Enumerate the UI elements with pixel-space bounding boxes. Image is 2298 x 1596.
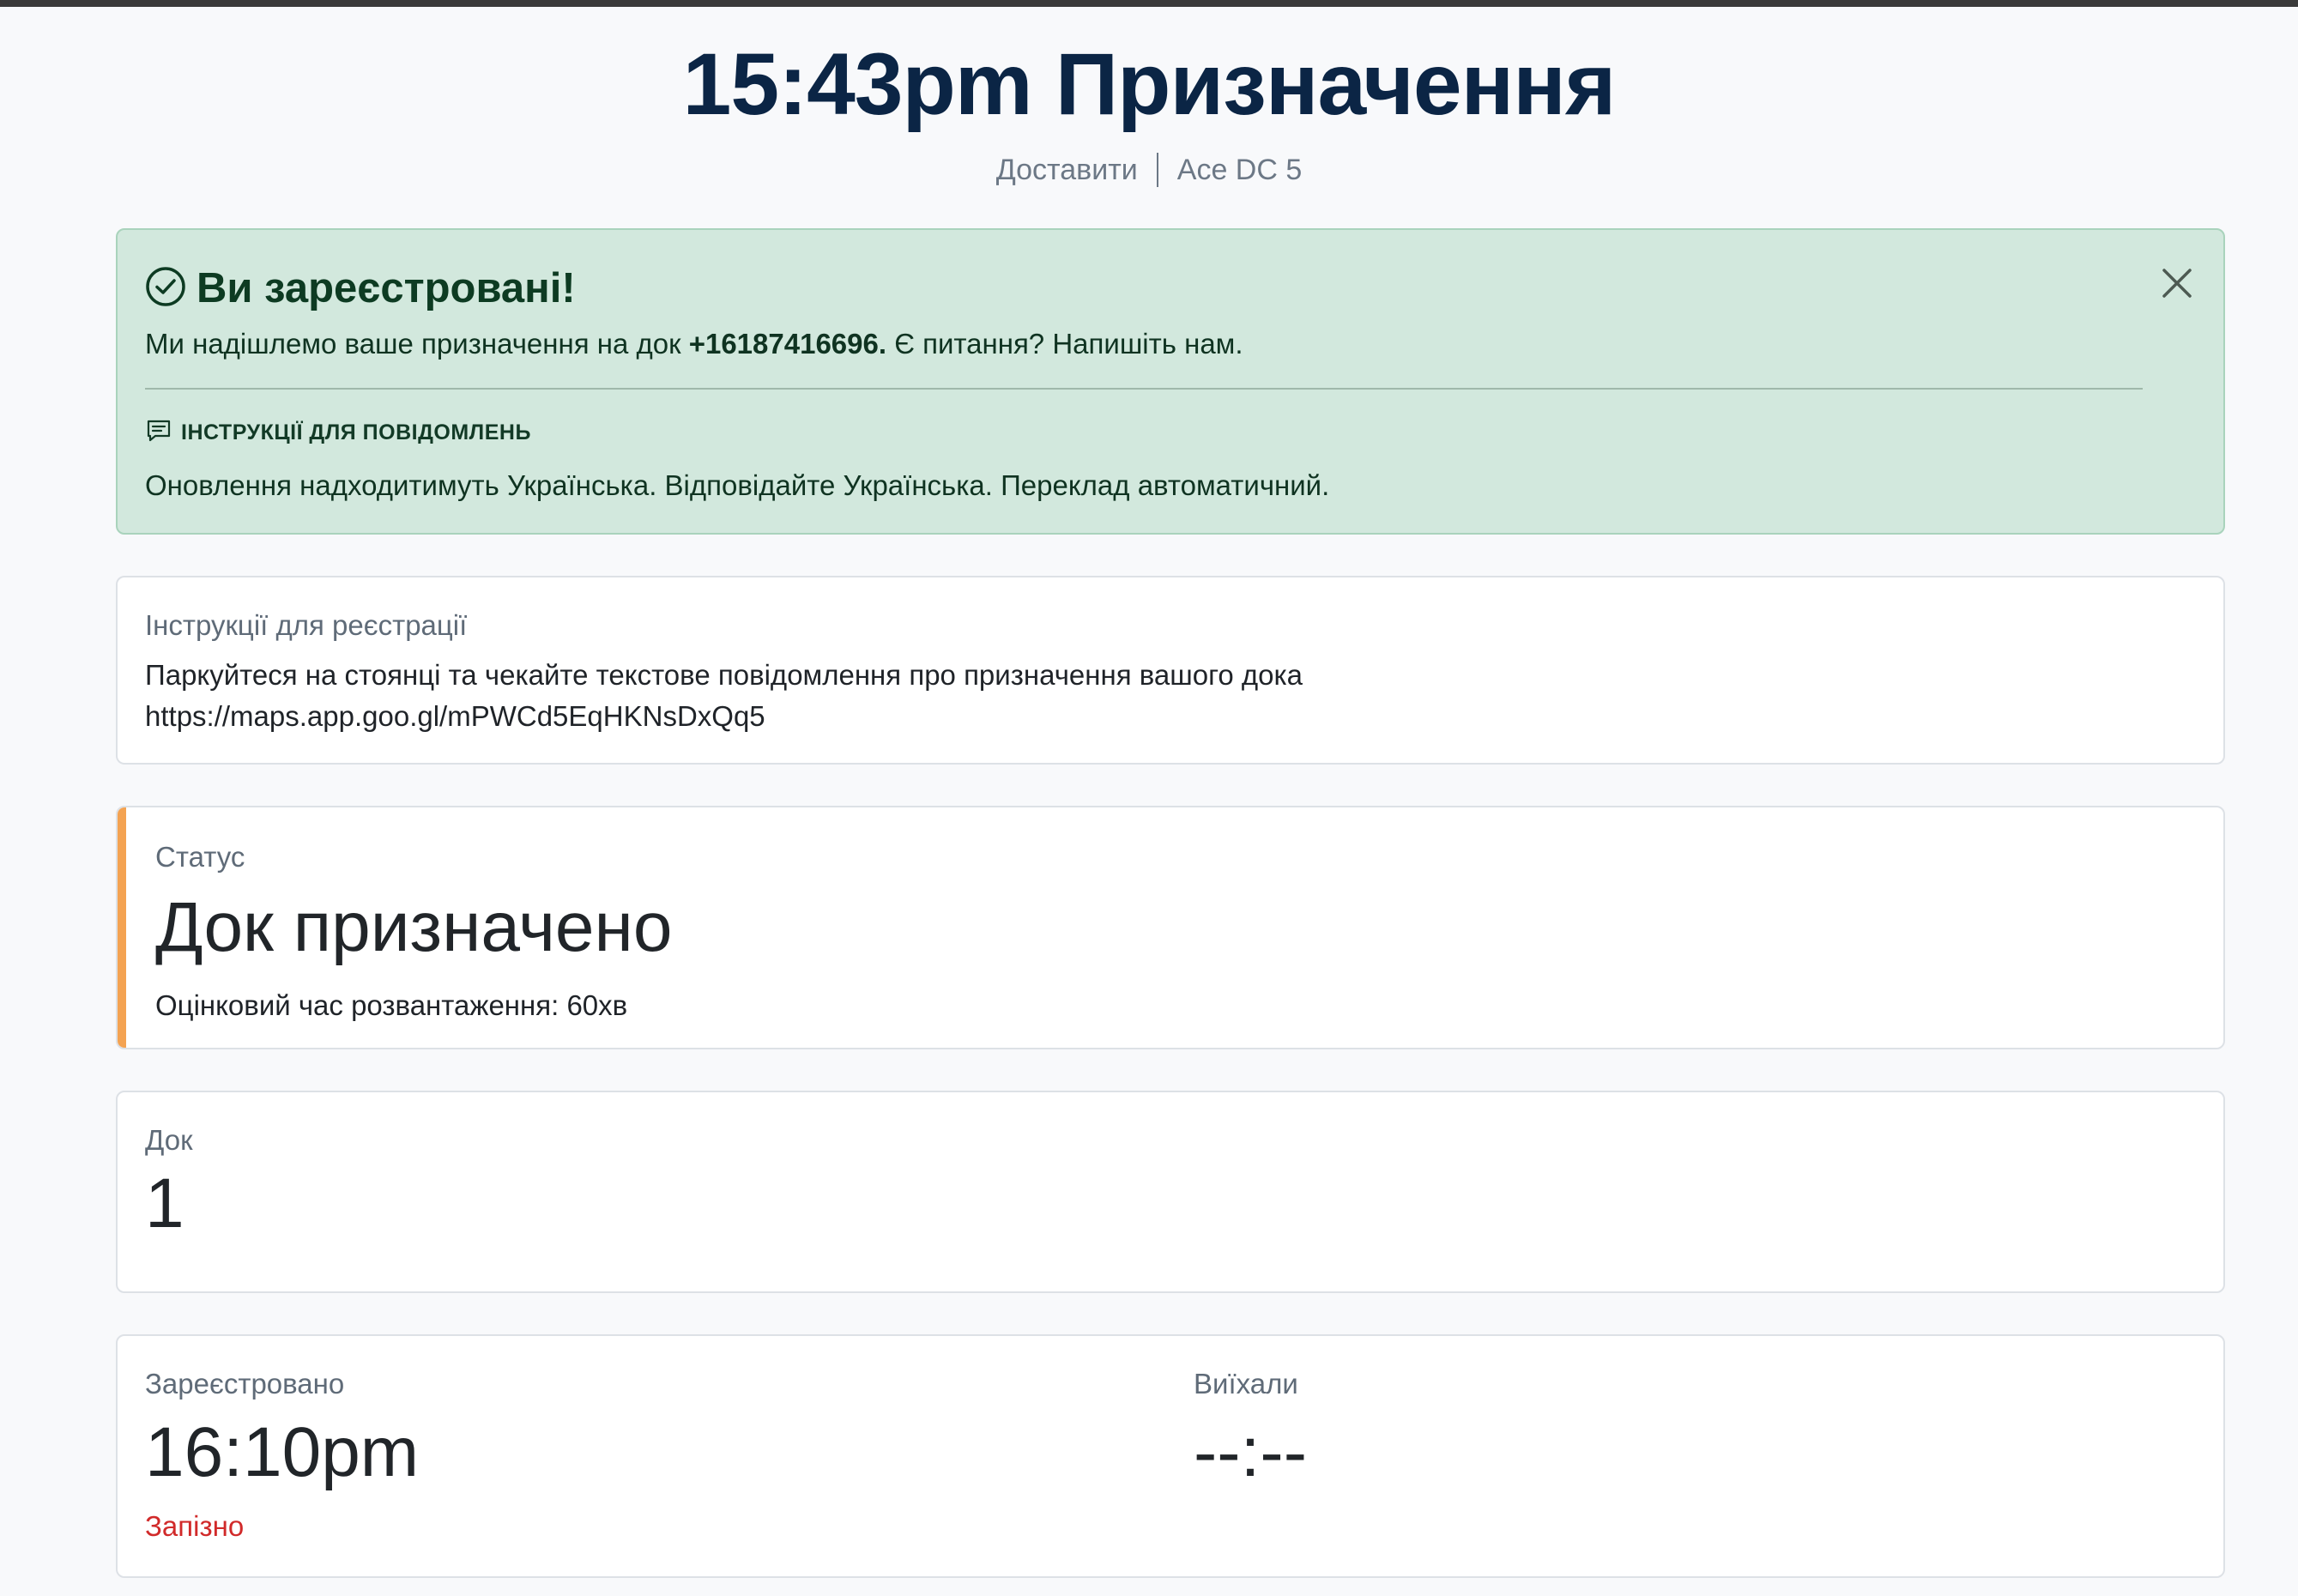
- checked-in-alert: Ви зареєстровані! Ми надішлемо ваше приз…: [116, 228, 2225, 535]
- times-card: Зареєстровано 16:10pm Запізно Виїхали --…: [116, 1334, 2225, 1578]
- alert-header: Ви зареєстровані!: [145, 263, 2196, 314]
- status-card: Статус Док призначено Оцінковий час розв…: [116, 806, 2225, 1049]
- registration-map-link[interactable]: https://maps.app.goo.gl/mPWCd5EqHKNsDxQq…: [145, 696, 2196, 737]
- late-badge: Запізно: [145, 1510, 245, 1542]
- departed-label: Виїхали: [1194, 1368, 1298, 1400]
- alert-message-suffix: Є питання? Напишіть нам.: [894, 328, 1243, 360]
- messaging-instructions-title: ІНСТРУКЦІЇ ДЛЯ ПОВІДОМЛЕНЬ: [181, 420, 531, 444]
- alert-title: Ви зареєстровані!: [197, 265, 576, 311]
- departed-time: --:--: [1194, 1413, 1308, 1491]
- page-header: 15:43pm Призначення Доставити Ace DC 5: [0, 34, 2298, 189]
- unload-estimate: Оцінковий час розвантаження: 60хв: [155, 989, 628, 1021]
- registration-instructions-text: Паркуйтеся на стоянці та чекайте текстов…: [145, 655, 2196, 737]
- dock-label: Док: [145, 1124, 193, 1156]
- page-title: 15:43pm Призначення: [682, 35, 1617, 133]
- checked-in-column: Зареєстровано 16:10pm Запізно: [145, 1367, 419, 1544]
- messaging-instructions-header: ІНСТРУКЦІЇ ДЛЯ ПОВІДОМЛЕНЬ: [145, 417, 2196, 449]
- appointment-meta: Доставити Ace DC 5: [0, 151, 2298, 189]
- message-icon: [145, 417, 181, 449]
- alert-divider: [145, 388, 2143, 390]
- alert-message: Ми надішлемо ваше призначення на док +16…: [145, 326, 2196, 362]
- top-bar: [0, 0, 2298, 7]
- appointment-type: Доставити: [995, 154, 1138, 186]
- check-circle-icon: [145, 266, 197, 311]
- facility-name: Ace DC 5: [1176, 154, 1303, 186]
- registration-instructions-label: Інструкції для реєстрації: [145, 609, 468, 641]
- checked-in-label: Зареєстровано: [145, 1368, 345, 1400]
- close-icon[interactable]: [2155, 261, 2199, 305]
- status-label: Статус: [155, 841, 245, 873]
- departed-column: Виїхали --:--: [1194, 1367, 1307, 1497]
- dock-card: Док 1: [116, 1091, 2225, 1293]
- alert-message-prefix: Ми надішлемо ваше призначення на док: [145, 328, 681, 360]
- messaging-instructions-body: Оновлення надходитимуть Українська. Відп…: [145, 469, 1330, 501]
- dock-number: 1: [145, 1164, 184, 1242]
- registration-instructions-card: Інструкції для реєстрації Паркуйтеся на …: [116, 576, 2225, 765]
- status-value: Док призначено: [155, 888, 673, 966]
- checked-in-time: 16:10pm: [145, 1413, 420, 1491]
- registration-instructions-line: Паркуйтеся на стоянці та чекайте текстов…: [145, 659, 1303, 691]
- alert-phone-number: +16187416696.: [688, 328, 887, 360]
- meta-separator: [1156, 153, 1158, 188]
